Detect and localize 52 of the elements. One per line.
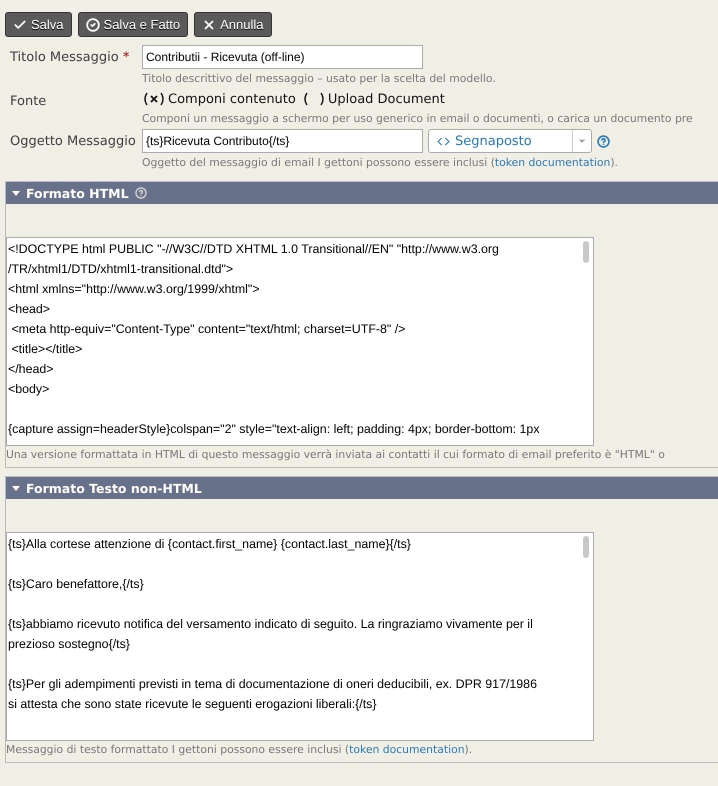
section-title: Formato Testo non-HTML [26, 480, 202, 496]
check-icon [13, 18, 27, 32]
toolbar-button[interactable]: Salva [5, 12, 72, 37]
section-header[interactable]: Formato Testo non-HTML [6, 477, 718, 499]
subject-field[interactable]: {ts}Ricevuta Contributo{/ts} [142, 129, 423, 153]
editor-line: prezioso sostegno{/ts} [8, 636, 131, 653]
token-documentation-link[interactable]: token documentation [494, 156, 610, 169]
editor-line: {ts}Caro benefattore,{/ts} [8, 576, 145, 593]
editor-line: <body> [8, 381, 50, 398]
help-icon[interactable] [134, 187, 147, 199]
check-circle-icon [86, 18, 100, 32]
field-label: Titolo Messaggio * [10, 49, 130, 67]
field-label: Oggetto Messaggio [10, 133, 137, 151]
radio-button-icon[interactable] [142, 92, 166, 106]
token-documentation-link[interactable]: token documentation [349, 743, 465, 756]
section-title: Formato HTML [26, 186, 129, 200]
help-text: Componi un messaggio a schermo per uso generico in email o documenti, o carica un documento pre [142, 112, 694, 125]
editor-line: <head> [8, 301, 52, 318]
editor-line: {ts}Per gli adempimenti previsti in tema di documentazione di oneri deducibili, ex. DPR 917/1986 [8, 676, 538, 693]
radio-option[interactable]: Componi contenuto [142, 92, 296, 106]
editor-line: </head> [8, 361, 54, 378]
editor-line: /TR/xhtml1/DTD/xhtml1-transitional.dtd"> [8, 261, 234, 278]
editor-line: si attesta che sono state ricevute le seguenti erogazioni liberali:{/ts} [8, 696, 378, 713]
help-icon[interactable] [597, 134, 610, 148]
editor-line: <meta http-equiv="Content-Type" content="text/html; charset=UTF-8" /> [10, 321, 406, 338]
section-header[interactable]: Formato HTML [6, 182, 718, 204]
scrollbar-thumb[interactable] [583, 536, 589, 558]
radio-button-icon[interactable] [302, 92, 326, 106]
help-text: Messaggio di testo formattato I gettoni possono essere inclusi (token documentation). [6, 743, 474, 756]
required-mark: * [122, 50, 130, 65]
radio-option[interactable]: Upload Document [302, 92, 445, 106]
editor-line: {ts}abbiamo ricevuto notifica del versamento indicato di seguito. La ringraziamo vivamente per il [8, 616, 534, 633]
help-text: Una versione formattata in HTML di questo messaggio verrà inviata ai contatti il cui formato di email preferito è "HTML" o [6, 448, 666, 461]
editor-line: {capture assign=headerStyle}colspan="2" style="text-align: left; padding: 4px; border-bottom: 1px [8, 421, 541, 438]
text-editor[interactable] [6, 532, 594, 741]
help-text: Titolo descrittivo del messaggio – usato per la scelta del modello. [142, 72, 497, 85]
toolbar-button[interactable]: Annulla [194, 12, 272, 37]
field-label: Fonte [10, 93, 48, 111]
token-select[interactable]: Segnaposto [428, 129, 592, 153]
toolbar-button[interactable]: Salva e Fatto [78, 12, 188, 37]
caret-down-icon [12, 189, 20, 197]
editor-line: {ts}Alla cortese attenzione di {contact.first_name} {contact.last_name}{/ts} [8, 536, 412, 553]
help-text: Oggetto del messaggio di email I gettoni possono essere inclusi (token documentation). [142, 156, 619, 169]
editor-line: <title></title> [10, 341, 84, 358]
caret-down-icon [12, 484, 20, 492]
editor-line: <!DOCTYPE html PUBLIC "-//W3C//DTD XHTML 1.0 Transitional//EN" "http://www.w3.org [8, 241, 500, 258]
editor-line: <html xmlns="http://www.w3.org/1999/xhtml"> [8, 281, 261, 298]
close-icon [202, 18, 216, 32]
code-icon [437, 134, 450, 148]
scrollbar-thumb[interactable] [583, 241, 589, 263]
text-editor[interactable] [6, 237, 594, 446]
title-field[interactable]: Contributii - Ricevuta (off-line) [142, 45, 423, 69]
